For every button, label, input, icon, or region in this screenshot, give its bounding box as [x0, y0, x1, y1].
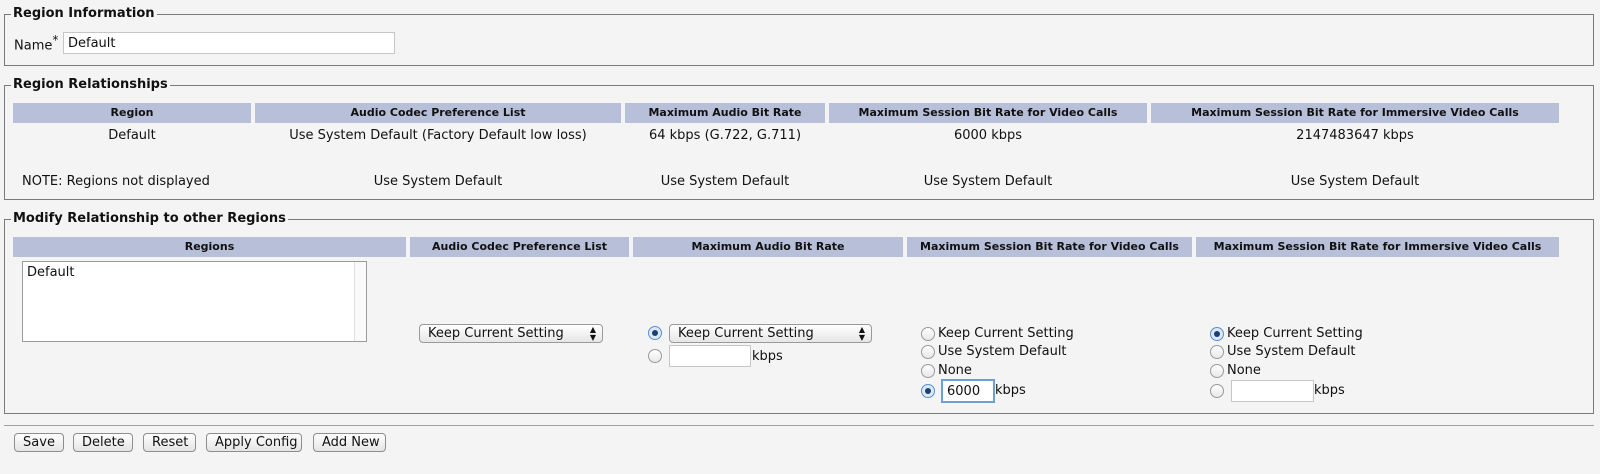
rel-row2-immersive: Use System Default	[1290, 174, 1420, 189]
select-arrows-icon: ▲ ▼	[589, 324, 596, 342]
region-relationships-legend: Region Relationships	[11, 77, 170, 93]
video-keep-label: Keep Current Setting	[938, 326, 1074, 341]
video-system-default-radio[interactable]	[921, 345, 935, 359]
rel-row2-codec: Use System Default	[373, 174, 503, 189]
audio-bitrate-select[interactable]: Keep Current Setting ▲ ▼	[669, 324, 872, 343]
rel-header-region: Region	[13, 103, 251, 123]
audio-keep-radio[interactable]	[648, 326, 662, 340]
rel-header-immersive: Maximum Session Bit Rate for Immersive V…	[1151, 103, 1559, 123]
region-information-legend: Region Information	[11, 6, 157, 22]
required-mark: *	[52, 33, 59, 47]
immersive-custom-input[interactable]	[1231, 380, 1314, 402]
delete-button[interactable]: Delete	[73, 433, 133, 452]
video-custom-input[interactable]	[941, 379, 995, 403]
name-label: Name*	[14, 33, 59, 54]
select-arrows-icon: ▲ ▼	[858, 324, 865, 342]
audio-kbps-label: kbps	[752, 349, 783, 364]
reset-button[interactable]: Reset	[143, 433, 196, 452]
codec-preference-select[interactable]: Keep Current Setting ▲ ▼	[419, 324, 603, 343]
immersive-system-default-radio[interactable]	[1210, 345, 1224, 359]
immersive-system-default-label: Use System Default	[1227, 344, 1356, 359]
immersive-custom-radio[interactable]	[1210, 384, 1224, 398]
save-button[interactable]: Save	[14, 433, 64, 452]
video-custom-radio[interactable]	[921, 384, 935, 398]
rel-row1-codec: Use System Default (Factory Default low …	[289, 128, 587, 143]
regions-listbox[interactable]: Default	[22, 261, 367, 342]
immersive-keep-radio[interactable]	[1210, 327, 1224, 341]
rel-row1-immersive: 2147483647 kbps	[1296, 128, 1414, 143]
modify-relationship-legend: Modify Relationship to other Regions	[11, 211, 288, 227]
mod-header-regions: Regions	[13, 237, 406, 257]
regions-list-item-default[interactable]: Default	[27, 265, 75, 280]
regions-listbox-scrollbar[interactable]	[354, 262, 366, 341]
video-none-radio[interactable]	[921, 364, 935, 378]
rel-row1-region: Default	[108, 128, 156, 143]
mod-header-immersive: Maximum Session Bit Rate for Immersive V…	[1196, 237, 1559, 257]
immersive-keep-label: Keep Current Setting	[1227, 326, 1363, 341]
rel-note: NOTE: Regions not displayed	[22, 174, 210, 189]
rel-row1-audio: 64 kbps (G.722, G.711)	[648, 128, 802, 143]
immersive-none-radio[interactable]	[1210, 364, 1224, 378]
audio-custom-radio[interactable]	[648, 349, 662, 363]
rel-row1-video: 6000 kbps	[953, 128, 1023, 143]
rel-header-audio: Maximum Audio Bit Rate	[625, 103, 825, 123]
video-keep-radio[interactable]	[921, 327, 935, 341]
modify-relationship-section: Modify Relationship to other Regions Reg…	[4, 211, 1594, 414]
rel-header-video: Maximum Session Bit Rate for Video Calls	[829, 103, 1147, 123]
region-information-section: Region Information Name*	[4, 6, 1594, 66]
rel-row2-audio: Use System Default	[660, 174, 790, 189]
mod-header-video: Maximum Session Bit Rate for Video Calls	[907, 237, 1192, 257]
mod-header-audio: Maximum Audio Bit Rate	[633, 237, 903, 257]
button-bar-separator	[4, 425, 1594, 426]
immersive-kbps-label: kbps	[1314, 383, 1345, 398]
video-none-label: None	[938, 363, 972, 378]
rel-header-codec: Audio Codec Preference List	[255, 103, 621, 123]
name-input[interactable]	[63, 32, 395, 54]
video-kbps-label: kbps	[995, 383, 1026, 398]
apply-config-button[interactable]: Apply Config	[206, 433, 302, 452]
region-relationships-section: Region Relationships Region Audio Codec …	[4, 77, 1594, 200]
add-new-button[interactable]: Add New	[313, 433, 386, 452]
rel-row2-video: Use System Default	[923, 174, 1053, 189]
audio-custom-input[interactable]	[669, 345, 751, 367]
immersive-none-label: None	[1227, 363, 1261, 378]
video-system-default-label: Use System Default	[938, 344, 1067, 359]
mod-header-codec: Audio Codec Preference List	[410, 237, 629, 257]
